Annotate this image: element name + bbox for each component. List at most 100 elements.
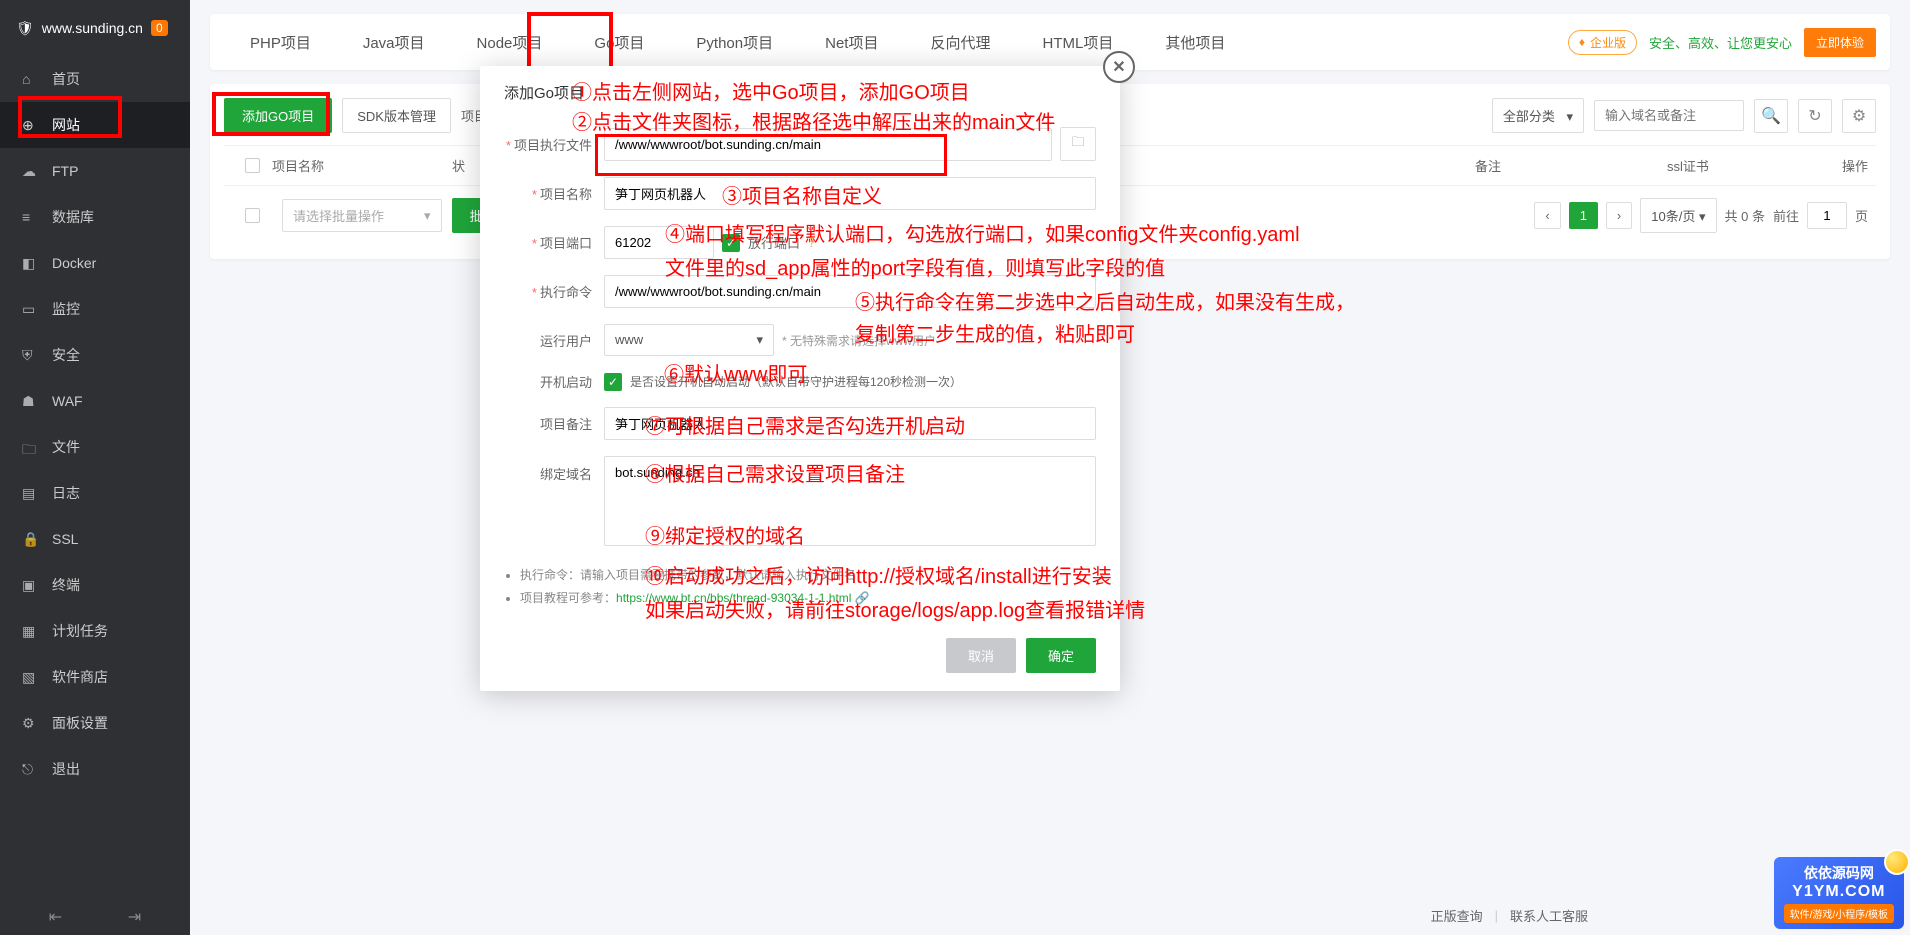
sidebar-item-terminal[interactable]: ▣终端 (0, 562, 190, 608)
store-icon: ▧ (22, 669, 38, 685)
sidebar-label: 网站 (52, 115, 80, 135)
next-page-button[interactable]: › (1606, 202, 1632, 229)
cancel-button[interactable]: 取消 (946, 638, 1016, 673)
sidebar-item-ftp[interactable]: ☁FTP (0, 148, 190, 194)
terminal-icon: ▣ (22, 577, 38, 593)
notice-badge[interactable]: 0 (151, 20, 168, 36)
sidebar-item-security[interactable]: ⛨安全 (0, 332, 190, 378)
goto-label: 前往 (1773, 206, 1799, 225)
sidebar-item-database[interactable]: ≡数据库 (0, 194, 190, 240)
gear-icon: ⚙ (1852, 106, 1866, 126)
sidebar-item-logs[interactable]: ▤日志 (0, 470, 190, 516)
user-hint: * 无特殊需求请选择www用户 (782, 332, 936, 349)
page-suffix: 页 (1855, 206, 1868, 225)
docker-icon: ◧ (22, 255, 38, 271)
tab-node[interactable]: Node项目 (451, 14, 569, 70)
cmd-input[interactable] (604, 275, 1096, 308)
sidebar-label: WAF (52, 393, 83, 409)
sidebar-item-docker[interactable]: ◧ Docker (0, 240, 190, 286)
tab-net[interactable]: Net项目 (799, 14, 904, 70)
enterprise-badge[interactable]: ♦企业版 (1568, 30, 1637, 55)
wm-url: Y1YM.COM (1784, 883, 1894, 901)
sidebar-item-waf[interactable]: ☗WAF (0, 378, 190, 424)
browse-folder-button[interactable]: 🗀 (1060, 127, 1096, 161)
remark-input[interactable] (604, 407, 1096, 440)
separator: | (1495, 908, 1498, 923)
sidebar-item-store[interactable]: ▧ 软件商店 (0, 654, 190, 700)
wm-sub: 软件/游戏/小程序/模板 (1784, 904, 1894, 923)
sidebar-item-ssl[interactable]: 🔒SSL (0, 516, 190, 562)
total-count: 共 0 条 (1725, 206, 1765, 225)
sidebar-label: 面板设置 (52, 713, 108, 733)
cron-icon: ▦ (22, 623, 38, 639)
sidebar-label: 安全 (52, 345, 80, 365)
tab-other[interactable]: 其他项目 (1139, 14, 1251, 70)
sidebar-label: 软件商店 (52, 667, 108, 687)
autostart-checkbox[interactable]: ✓ (604, 373, 622, 391)
chevron-down-icon: ▾ (1699, 209, 1706, 224)
th-ssl[interactable]: ssl证书 (1588, 156, 1788, 175)
sidebar-label: SSL (52, 531, 78, 547)
sidebar-label: 退出 (52, 759, 80, 779)
sidebar-item-files[interactable]: 🗀文件 (0, 424, 190, 470)
search-button[interactable]: 🔍 (1754, 99, 1788, 133)
help-icon[interactable]: ? (808, 235, 815, 250)
th-action[interactable]: 操作 (1788, 156, 1868, 175)
page-1-button[interactable]: 1 (1569, 202, 1598, 229)
settings-button[interactable]: ⚙ (1842, 99, 1876, 133)
page-size-select[interactable]: 10条/页 ▾ (1640, 198, 1716, 233)
sidebar-footer: ⇤ ⇥ (0, 907, 190, 927)
port-input[interactable] (604, 226, 714, 259)
monitor-icon: ▭ (22, 301, 38, 317)
hint-tutorial: 项目教程可参考：https://www.bt.cn/bbs/thread-930… (520, 587, 1096, 610)
th-name[interactable]: 项目名称 (272, 156, 452, 175)
try-now-button[interactable]: 立即体验 (1804, 28, 1876, 57)
exec-file-input[interactable] (604, 128, 1052, 161)
sidebar-item-home[interactable]: ⌂首页 (0, 56, 190, 102)
sidebar-header: 🛡 www.sunding.cn 0 (0, 0, 190, 56)
allow-port-checkbox[interactable]: ✓ (722, 234, 740, 252)
row-port: *项目端口 ✓ 放行端口 ? (480, 218, 1120, 267)
search-input[interactable] (1594, 100, 1744, 131)
modal-title: 添加Go项目 (480, 66, 1120, 119)
tab-proxy[interactable]: 反向代理 (904, 14, 1016, 70)
sidebar-item-cron[interactable]: ▦计划任务 (0, 608, 190, 654)
domain-textarea[interactable] (604, 456, 1096, 546)
sidebar-label: Docker (52, 255, 96, 271)
globe-icon: ⊕ (22, 117, 38, 133)
refresh-button[interactable]: ↻ (1798, 99, 1832, 133)
collapse-right-icon[interactable]: ⇥ (128, 907, 141, 927)
confirm-button[interactable]: 确定 (1026, 638, 1096, 673)
run-user-select[interactable]: www▾ (604, 324, 774, 356)
search-icon: 🔍 (1761, 106, 1781, 126)
row-checkbox[interactable] (245, 208, 260, 223)
add-go-project-button[interactable]: 添加GO项目 (224, 98, 332, 133)
row-domain: 绑定域名 (480, 448, 1120, 554)
tutorial-link[interactable]: https://www.bt.cn/bbs/thread-93034-1-1.h… (616, 591, 851, 605)
sidebar-item-monitor[interactable]: ▭监控 (0, 286, 190, 332)
footer-link-support[interactable]: 联系人工客服 (1510, 906, 1588, 925)
row-exec-file: *项目执行文件 🗀 (480, 119, 1120, 169)
sidebar-item-settings[interactable]: ⚙面板设置 (0, 700, 190, 746)
folder-icon: 🗀 (1071, 133, 1084, 155)
collapse-left-icon[interactable]: ⇤ (49, 907, 62, 927)
batch-select[interactable]: 请选择批量操作▾ (282, 199, 442, 232)
th-remark[interactable]: 备注 (1388, 156, 1588, 175)
prev-page-button[interactable]: ‹ (1534, 202, 1560, 229)
goto-input[interactable] (1807, 202, 1847, 229)
footer-link-genuine[interactable]: 正版查询 (1431, 906, 1483, 925)
project-name-input[interactable] (604, 177, 1096, 210)
sdk-version-button[interactable]: SDK版本管理 (342, 98, 451, 133)
tab-go[interactable]: Go项目 (568, 14, 670, 70)
select-all-checkbox[interactable] (245, 158, 260, 173)
sidebar-item-website[interactable]: ⊕ 网站 (0, 102, 190, 148)
sidebar-item-logout[interactable]: ⎋退出 (0, 746, 190, 792)
tab-java[interactable]: Java项目 (337, 14, 451, 70)
modal-close-button[interactable]: ✕ (1103, 51, 1135, 83)
sidebar-label: 日志 (52, 483, 80, 503)
modal-hints: 执行命令：请输入项目需要携带的参数，默认请输入执行文件名 项目教程可参考：htt… (480, 554, 1120, 620)
tab-php[interactable]: PHP项目 (224, 14, 337, 70)
chevron-down-icon: ▾ (1566, 109, 1573, 124)
category-select[interactable]: 全部分类 ▾ (1492, 98, 1584, 133)
tab-python[interactable]: Python项目 (670, 14, 799, 70)
